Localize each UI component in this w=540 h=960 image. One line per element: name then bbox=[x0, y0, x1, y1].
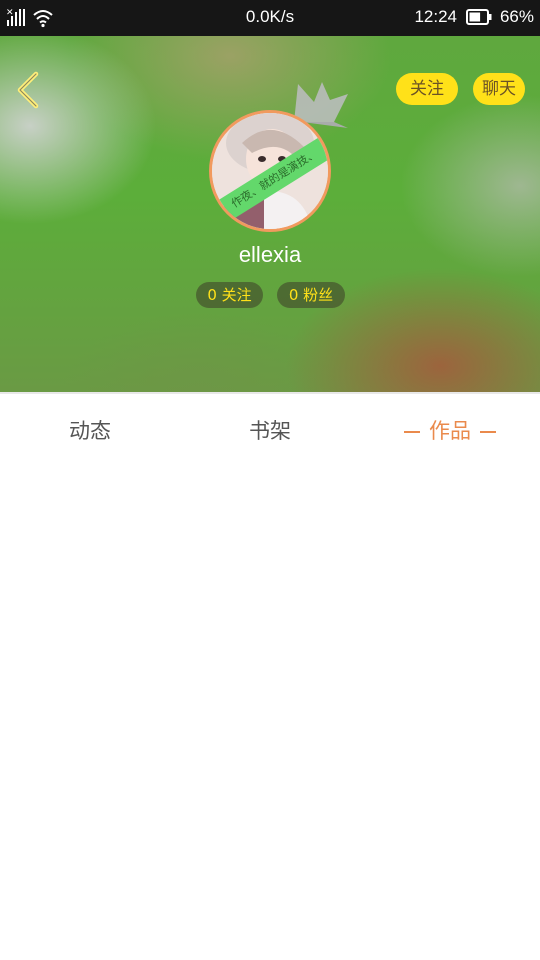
active-tab-dash-left bbox=[404, 431, 420, 433]
follow-button[interactable]: 关注 bbox=[396, 73, 458, 105]
tab-works[interactable]: 作品 bbox=[390, 394, 510, 468]
tab-dynamics[interactable]: 动态 bbox=[30, 394, 150, 468]
avatar[interactable]: 作夜、就的是演技、 bbox=[209, 110, 331, 232]
tab-works-label: 作品 bbox=[429, 419, 471, 443]
profile-tabs: 动态 书架 作品 bbox=[0, 392, 540, 469]
profile-header: 关注 聊天 作夜、就的是演技、 ellexia 0 关注 0 粉丝 bbox=[0, 36, 540, 392]
works-content-area bbox=[0, 467, 540, 960]
clock: 12:24 bbox=[414, 7, 457, 26]
username: ellexia bbox=[238, 242, 302, 267]
status-bar: ✕ 0.0K/s 12:24 66% bbox=[0, 0, 540, 36]
back-chevron-icon[interactable] bbox=[12, 70, 48, 110]
battery-icon bbox=[466, 9, 492, 25]
following-count[interactable]: 0 关注 bbox=[196, 282, 263, 308]
network-speed: 0.0K/s bbox=[245, 7, 295, 26]
tab-bookshelf[interactable]: 书架 bbox=[210, 394, 330, 468]
avatar-photo: 作夜、就的是演技、 bbox=[209, 110, 331, 232]
fans-count[interactable]: 0 粉丝 bbox=[277, 282, 345, 308]
battery-percent: 66% bbox=[499, 7, 534, 26]
active-tab-dash-right bbox=[480, 431, 496, 433]
chat-button[interactable]: 聊天 bbox=[473, 73, 525, 105]
